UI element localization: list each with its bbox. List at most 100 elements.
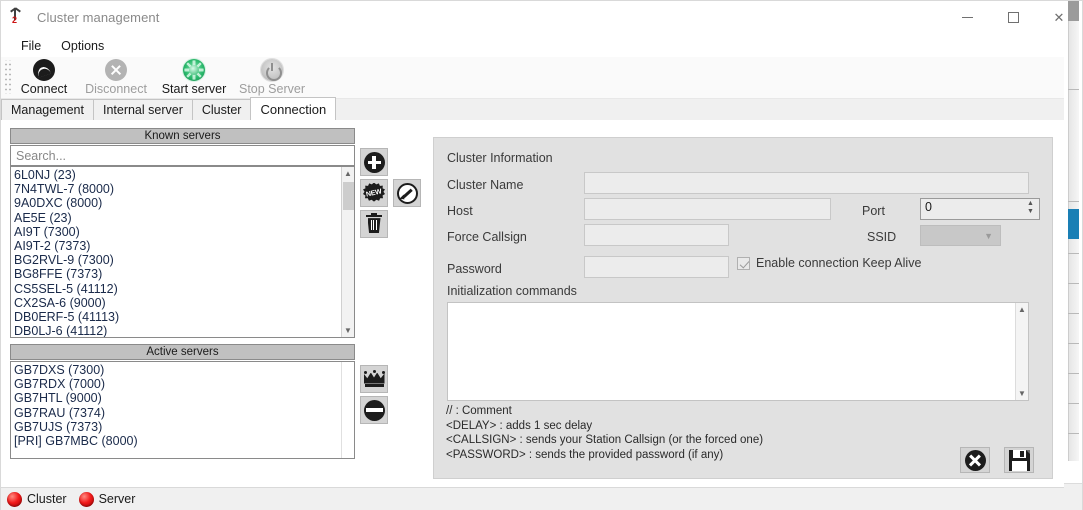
scroll-down-icon[interactable]: ▼ [1016, 387, 1028, 400]
new-badge-icon: NEW [363, 182, 385, 204]
disconnect-button[interactable]: Disconnect [77, 57, 155, 99]
cluster-name-label: Cluster Name [447, 178, 524, 192]
list-item[interactable]: CS5SEL-5 (41112) [13, 282, 341, 296]
cancel-button[interactable] [960, 447, 990, 473]
background-selection-highlight [1068, 209, 1079, 239]
init-commands-legend: // : Comment <DELAY> : adds 1 sec delay … [446, 405, 764, 461]
known-servers-title: Known servers [10, 128, 355, 144]
menu-item-options[interactable]: Options [51, 36, 114, 56]
list-item[interactable]: GB7UJS (7373) [13, 420, 341, 434]
cluster-name-input[interactable] [584, 172, 1029, 194]
init-commands-label: Initialization commands [447, 284, 577, 298]
search-input[interactable] [10, 145, 355, 166]
list-item[interactable]: DB0LJ-6 (41112) [13, 324, 341, 337]
start-server-icon [183, 59, 205, 81]
connect-label: Connect [20, 82, 68, 96]
tab-cluster[interactable]: Cluster [191, 99, 252, 120]
save-button[interactable] [1004, 447, 1034, 473]
server-status-label: Server [98, 492, 136, 506]
plus-circle-icon [363, 151, 385, 173]
active-servers-list[interactable]: GB7DXS (7300) GB7RDX (7000) GB7HTL (9000… [10, 361, 355, 459]
force-callsign-label: Force Callsign [447, 230, 527, 244]
start-server-button[interactable]: Start server [155, 57, 233, 99]
list-item[interactable]: AE5E (23) [13, 211, 341, 225]
port-increment-icon[interactable]: ▲ [1023, 200, 1038, 208]
disconnect-label: Disconnect [85, 82, 147, 96]
active-servers-list-items: GB7DXS (7300) GB7RDX (7000) GB7HTL (9000… [11, 362, 341, 458]
keepalive-checkbox[interactable] [737, 256, 750, 270]
connect-button[interactable]: Connect [11, 57, 77, 99]
list-item[interactable]: 9A0DXC (8000) [13, 196, 341, 210]
keepalive-label: Enable connection Keep Alive [756, 256, 922, 270]
port-value: 0 [925, 200, 932, 214]
list-item[interactable]: GB7RDX (7000) [13, 377, 341, 391]
edit-server-button[interactable] [393, 179, 421, 207]
list-item[interactable]: [PRI] GB7MBC (8000) [13, 434, 341, 448]
list-item[interactable]: BG8FFE (7373) [13, 267, 341, 281]
edit-pencil-icon [396, 182, 418, 204]
scroll-down-icon[interactable]: ▼ [342, 324, 354, 337]
ssid-select[interactable]: ▼ [920, 225, 1001, 246]
disconnect-icon [105, 59, 127, 81]
toolbar-grip[interactable] [3, 60, 11, 94]
list-item[interactable]: AI9T (7300) [13, 225, 341, 239]
list-item[interactable]: AI9T-2 (7373) [13, 239, 341, 253]
minimize-icon[interactable] [944, 1, 990, 34]
cluster-status-led [7, 491, 22, 507]
background-window-footer [1064, 483, 1082, 510]
keepalive-checkbox-row[interactable]: Enable connection Keep Alive [737, 256, 921, 270]
cluster-information-title: Cluster Information [447, 151, 553, 165]
stop-server-button[interactable]: Stop Server [233, 57, 311, 99]
stop-server-label: Stop Server [238, 82, 305, 96]
list-item[interactable]: 7N4TWL-7 (8000) [13, 182, 341, 196]
known-servers-list[interactable]: 6L0NJ (23) 7N4TWL-7 (8000) 9A0DXC (8000)… [10, 166, 355, 338]
list-item[interactable]: GB7RAU (7374) [13, 406, 341, 420]
cancel-icon [964, 449, 986, 471]
add-server-button[interactable] [360, 148, 388, 176]
force-callsign-input[interactable] [584, 224, 729, 246]
known-servers-scrollbar[interactable]: ▲ ▼ [341, 167, 354, 337]
menu-bar: File Options [1, 34, 1082, 57]
delete-server-button[interactable] [360, 210, 388, 238]
cluster-status-label: Cluster [27, 492, 67, 506]
tab-internal-server[interactable]: Internal server [92, 99, 193, 120]
tab-bar: Management Internal server Cluster Conne… [1, 97, 1082, 121]
background-window-sliver [1064, 1, 1082, 510]
crown-icon [363, 369, 385, 388]
menu-item-file[interactable]: File [11, 36, 51, 56]
list-item[interactable]: GB7HTL (9000) [13, 391, 341, 405]
scroll-up-icon[interactable]: ▲ [1016, 303, 1028, 316]
port-decrement-icon[interactable]: ▼ [1023, 207, 1038, 215]
new-server-button[interactable]: NEW [360, 179, 388, 207]
tab-management[interactable]: Management [1, 99, 94, 120]
list-item[interactable]: CX2SA-6 (9000) [13, 296, 341, 310]
scroll-up-icon[interactable]: ▲ [342, 167, 354, 180]
list-item[interactable]: GB7DXS (7300) [13, 363, 341, 377]
ssid-label: SSID [867, 230, 897, 244]
known-servers-list-items: 6L0NJ (23) 7N4TWL-7 (8000) 9A0DXC (8000)… [11, 167, 341, 337]
list-item[interactable]: BG2RVL-9 (7300) [13, 253, 341, 267]
init-commands-textarea[interactable]: ▲ ▼ [447, 302, 1029, 401]
port-stepper-arrows[interactable]: ▲ ▼ [1023, 200, 1038, 215]
maximize-icon[interactable] [990, 1, 1036, 34]
tab-connection[interactable]: Connection [250, 97, 337, 120]
host-input[interactable] [584, 198, 831, 220]
password-input[interactable] [584, 256, 729, 278]
background-scrollbar-cap [1068, 1, 1079, 21]
cluster-information-panel: Cluster Information Cluster Name Host Po… [433, 137, 1053, 479]
port-stepper[interactable]: 0 ▲ ▼ [920, 198, 1040, 220]
set-primary-button[interactable] [360, 365, 388, 393]
init-commands-scrollbar[interactable]: ▲ ▼ [1015, 303, 1028, 400]
trash-icon [366, 212, 382, 234]
password-label: Password [447, 262, 502, 276]
window-title: Cluster management [37, 10, 160, 25]
background-scrollbar-track [1068, 21, 1079, 461]
connect-icon [33, 59, 55, 81]
list-item[interactable]: DB0ERF-5 (41113) [13, 310, 341, 324]
scrollbar-thumb[interactable] [343, 182, 354, 210]
list-item[interactable]: 6L0NJ (23) [13, 168, 341, 182]
active-servers-scrollbar[interactable] [341, 362, 354, 458]
port-label: Port [862, 204, 885, 218]
remove-active-button[interactable] [360, 396, 388, 424]
server-status-led [78, 491, 94, 507]
